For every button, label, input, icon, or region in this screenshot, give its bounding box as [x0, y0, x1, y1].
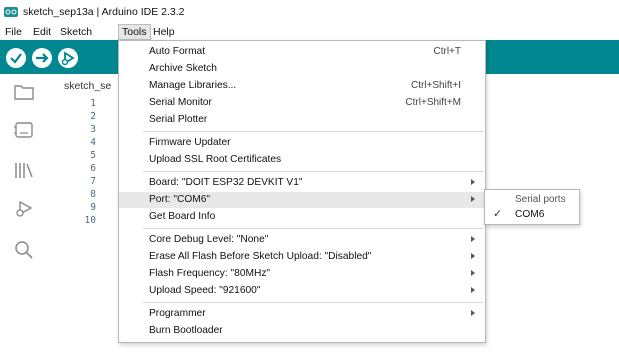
menu-item-label: Get Board Info [149, 211, 216, 222]
menu-item-programmer[interactable]: Programmer [119, 306, 485, 322]
line-number: 4 [90, 137, 96, 148]
checkmark-icon [10, 53, 22, 64]
menu-item-get-board-info[interactable]: Get Board Info [119, 209, 485, 225]
line-number: 1 [90, 98, 96, 109]
menu-item-flash-frequency[interactable]: Flash Frequency: "80MHz" [119, 266, 485, 282]
menu-tools[interactable]: Tools [118, 24, 151, 40]
tab-sketch[interactable]: sketch_se [52, 74, 122, 96]
title-bar: sketch_sep13a | Arduino IDE 2.3.2 [0, 0, 619, 23]
submenu-arrow-icon [471, 253, 475, 259]
boards-manager-icon[interactable] [12, 118, 36, 142]
menu-bar: File Edit Sketch Tools Help [0, 24, 619, 40]
menu-item-board[interactable]: Board: "DOIT ESP32 DEVKIT V1" [119, 175, 485, 191]
line-number: 2 [90, 111, 96, 122]
submenu-arrow-icon [471, 179, 475, 185]
line-number: 6 [90, 163, 96, 174]
sidebar [0, 74, 53, 360]
menu-item-label: Port: "COM6" [149, 194, 211, 205]
library-manager-icon[interactable] [12, 158, 36, 182]
debug-button[interactable] [58, 48, 78, 68]
menu-edit[interactable]: Edit [30, 24, 54, 40]
menu-help[interactable]: Help [150, 24, 178, 40]
verify-button[interactable] [6, 48, 26, 68]
checkmark-icon: ✓ [493, 208, 503, 220]
menu-item-burn-bootloader[interactable]: Burn Bootloader [119, 323, 485, 339]
menu-separator [143, 228, 483, 229]
port-option-label: COM6 [515, 209, 545, 220]
menu-item-label: Upload SSL Root Certificates [149, 154, 282, 165]
shortcut-label: Ctrl+Shift+I [410, 80, 461, 91]
shortcut-label: Ctrl+Shift+M [405, 97, 461, 108]
menu-item-label: Programmer [149, 308, 206, 319]
editor-tab-strip [486, 74, 619, 96]
menu-item-auto-format[interactable]: Auto Format Ctrl+T [119, 44, 485, 60]
upload-button[interactable] [32, 48, 52, 68]
folder-icon[interactable] [12, 80, 36, 104]
menu-item-port[interactable]: Port: "COM6" [119, 192, 485, 208]
menu-item-serial-monitor[interactable]: Serial Monitor Ctrl+Shift+M [119, 95, 485, 111]
menu-item-upload-ssl[interactable]: Upload SSL Root Certificates [119, 152, 485, 168]
menu-item-erase-flash[interactable]: Erase All Flash Before Sketch Upload: "D… [119, 249, 485, 265]
shortcut-label: Ctrl+T [433, 46, 462, 57]
menu-item-label: Core Debug Level: "None" [149, 234, 269, 245]
menu-item-label: Archive Sketch [149, 63, 217, 74]
submenu-arrow-icon [471, 236, 475, 242]
menu-item-manage-libraries[interactable]: Manage Libraries... Ctrl+Shift+I [119, 78, 485, 94]
port-option-com6[interactable]: ✓ COM6 [485, 208, 579, 223]
submenu-arrow-icon [471, 310, 475, 316]
tab-label: sketch_se [64, 80, 112, 92]
line-number: 5 [90, 150, 96, 161]
menu-item-label: Firmware Updater [149, 137, 231, 148]
menu-sketch[interactable]: Sketch [57, 24, 95, 40]
submenu-arrow-icon [471, 196, 475, 202]
line-number: 8 [90, 189, 96, 200]
menu-item-serial-plotter[interactable]: Serial Plotter [119, 112, 485, 128]
menu-item-upload-speed[interactable]: Upload Speed: "921600" [119, 283, 485, 299]
arduino-app-icon [4, 7, 18, 17]
menu-item-label: Erase All Flash Before Sketch Upload: "D… [149, 251, 372, 262]
menu-item-label: Board: "DOIT ESP32 DEVKIT V1" [149, 177, 303, 188]
tools-menu: Auto Format Ctrl+T Archive Sketch Manage… [118, 40, 486, 343]
menu-item-label: Flash Frequency: "80MHz" [149, 268, 271, 279]
menu-file[interactable]: File [2, 24, 25, 40]
menu-item-core-debug[interactable]: Core Debug Level: "None" [119, 232, 485, 248]
debug-panel-icon[interactable] [12, 196, 36, 220]
menu-separator [143, 302, 483, 303]
menu-separator [143, 171, 483, 172]
line-number: 10 [84, 215, 96, 226]
menu-item-label: Upload Speed: "921600" [149, 285, 261, 296]
menu-item-label: Burn Bootloader [149, 325, 223, 336]
port-submenu: Serial ports ✓ COM6 [484, 189, 580, 225]
window-title: sketch_sep13a | Arduino IDE 2.3.2 [23, 6, 185, 18]
debug-icon [61, 51, 75, 66]
submenu-header: Serial ports [515, 194, 566, 205]
menu-item-label: Manage Libraries... [149, 80, 237, 91]
menu-item-label: Serial Monitor [149, 97, 212, 108]
menu-item-firmware-updater[interactable]: Firmware Updater [119, 135, 485, 151]
line-number: 7 [90, 176, 96, 187]
menu-item-archive-sketch[interactable]: Archive Sketch [119, 61, 485, 77]
menu-separator [143, 131, 483, 132]
menu-item-label: Auto Format [149, 46, 206, 57]
submenu-arrow-icon [471, 270, 475, 276]
menu-item-label: Serial Plotter [149, 114, 208, 125]
arrow-right-icon [36, 53, 49, 63]
line-number: 3 [90, 124, 96, 135]
line-number: 9 [90, 202, 96, 213]
submenu-arrow-icon [471, 287, 475, 293]
search-icon[interactable] [12, 238, 36, 262]
